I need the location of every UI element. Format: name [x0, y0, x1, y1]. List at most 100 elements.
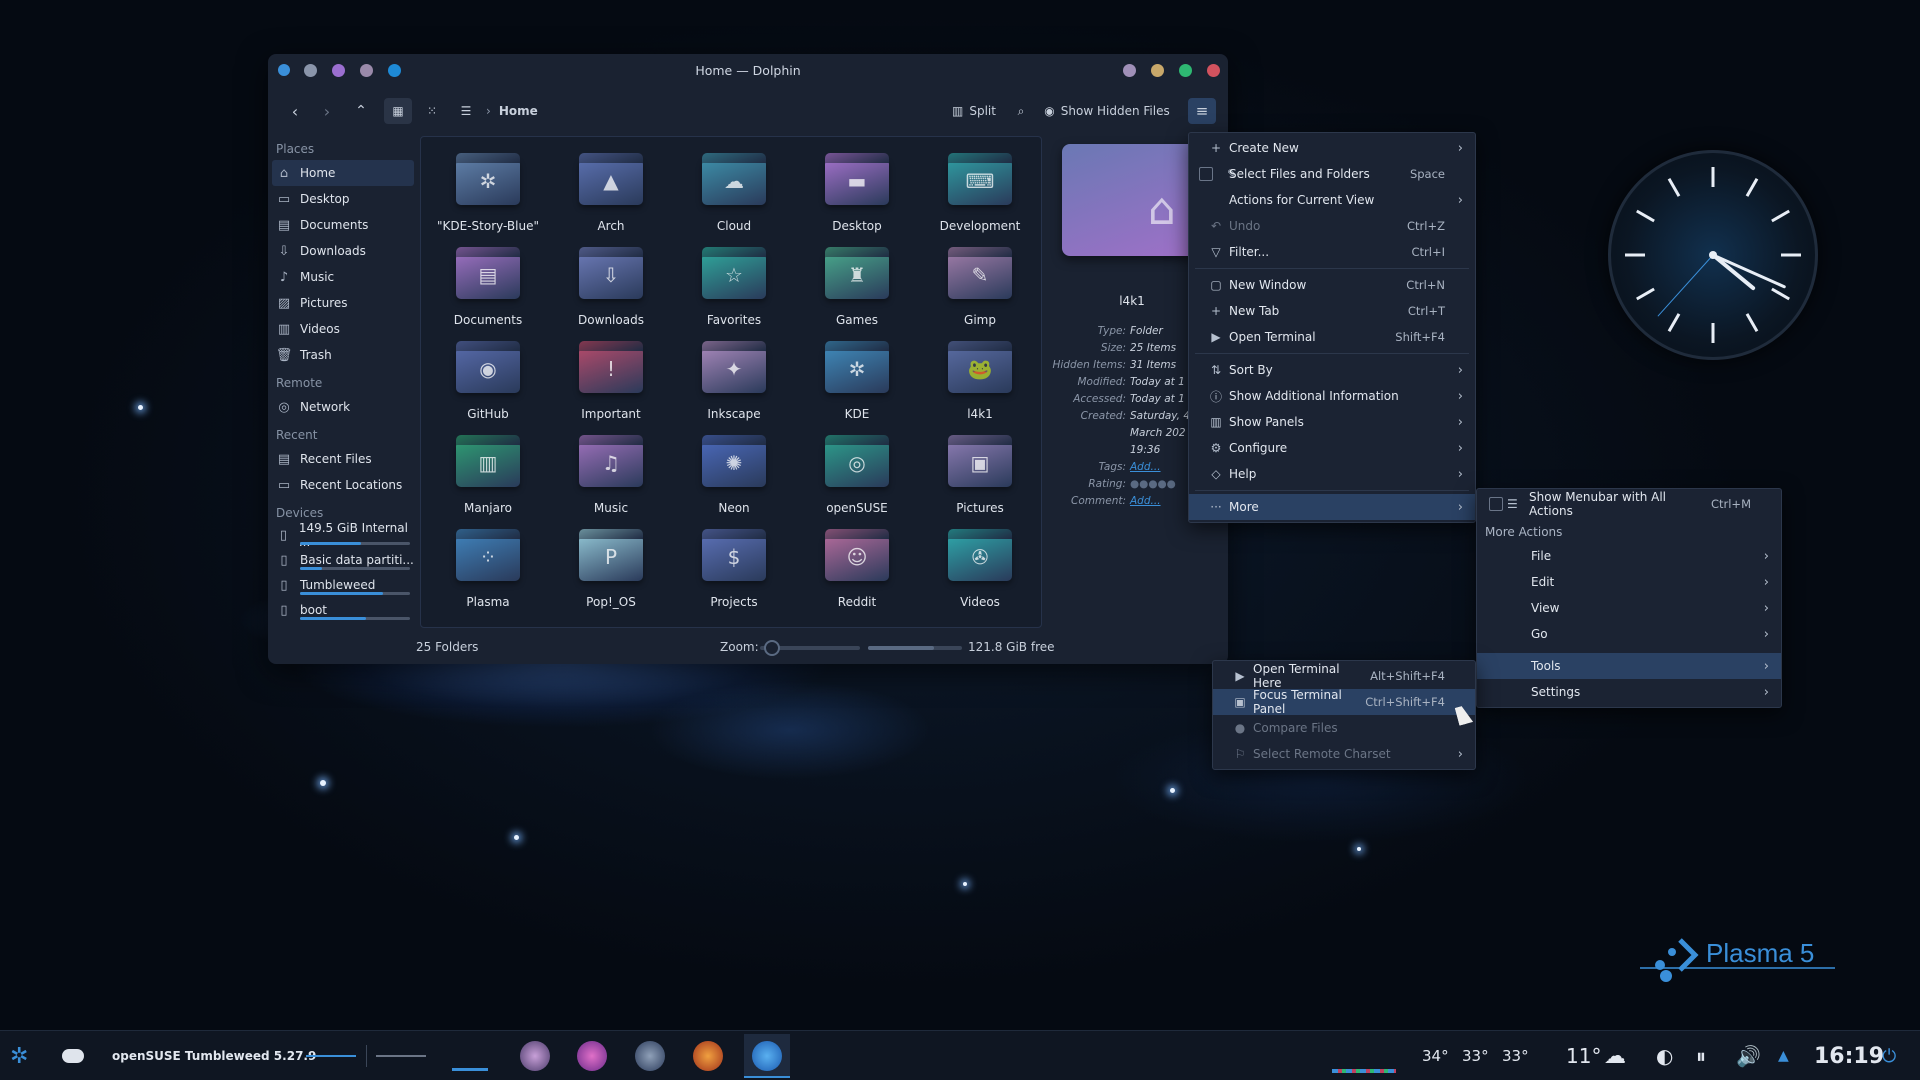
pager-desktop-1[interactable] — [306, 1055, 356, 1057]
night-light-icon[interactable]: ◐ — [1656, 1031, 1673, 1080]
submenu-item-go[interactable]: Go › — [1477, 621, 1781, 647]
folder-item[interactable]: ✦ Inkscape — [679, 335, 789, 427]
menu-item-focus-terminal-panel[interactable]: ▣ Focus Terminal Panel Ctrl+Shift+F4 — [1213, 688, 1475, 716]
media-pause-icon[interactable]: ⏸ — [1696, 1031, 1706, 1080]
icons-view-button[interactable]: ▦ — [384, 98, 412, 124]
folder-item[interactable]: ✇ Videos — [925, 523, 1035, 615]
menu-item-select-files-and-folders[interactable]: ✎ Select Files and Folders Space — [1189, 161, 1475, 187]
rating-stars[interactable]: ●●●●● — [1130, 478, 1176, 490]
help-button[interactable] — [1123, 64, 1136, 77]
menu-item-more[interactable]: ··· More › — [1189, 494, 1475, 520]
folder-item[interactable]: ▲ Arch — [556, 147, 666, 239]
folder-item[interactable]: ♜ Games — [802, 241, 912, 333]
folder-item[interactable]: P Pop!_OS — [556, 523, 666, 615]
show-menubar-item[interactable]: ☰ Show Menubar with All Actions Ctrl+M — [1477, 490, 1781, 518]
sidebar-item-network[interactable]: ◎ Network — [272, 394, 414, 420]
sidebar-item-trash[interactable]: 🗑 Trash — [272, 342, 414, 368]
folder-item[interactable]: ! Important — [556, 335, 666, 427]
more-submenu[interactable]: ☰ Show Menubar with All Actions Ctrl+M M… — [1476, 488, 1782, 708]
pager-desktop-2[interactable] — [376, 1055, 426, 1057]
menu-item-open-terminal[interactable]: ▶ Open Terminal Shift+F4 — [1189, 324, 1475, 350]
menu-item-show-additional-information[interactable]: ⓘ Show Additional Information › — [1189, 383, 1475, 409]
select-checkbox[interactable] — [1199, 167, 1213, 181]
show-hidden-files-button[interactable]: ◉ Show Hidden Files — [1042, 98, 1172, 124]
folder-item[interactable]: ▤ Documents — [433, 241, 543, 333]
menu-item-new-tab[interactable]: + New Tab Ctrl+T — [1189, 298, 1475, 324]
breadcrumb[interactable]: › Home — [486, 98, 556, 124]
analog-clock-widget[interactable] — [1608, 150, 1818, 360]
menu-item-help[interactable]: ◇ Help › — [1189, 461, 1475, 487]
menu-item-compare-files[interactable]: ● Compare Files — [1213, 715, 1475, 741]
folder-item[interactable]: ⌨ Development — [925, 147, 1035, 239]
folder-item[interactable]: ☆ Favorites — [679, 241, 789, 333]
search-button[interactable]: ⌕ — [1008, 98, 1034, 124]
panel-toggle[interactable] — [62, 1031, 92, 1080]
submenu-item-view[interactable]: View › — [1477, 595, 1781, 621]
folder-item[interactable]: ⁘ Plasma — [433, 523, 543, 615]
weather-temp[interactable]: 11° — [1566, 1031, 1601, 1080]
folder-item[interactable]: ⇩ Downloads — [556, 241, 666, 333]
task-app-settings[interactable] — [635, 1041, 665, 1071]
title-bar[interactable]: Home — Dolphin — [268, 54, 1228, 88]
menu-item-show-panels[interactable]: ▥ Show Panels › — [1189, 409, 1475, 435]
folder-item[interactable]: ▬ Desktop — [802, 147, 912, 239]
submenu-item-settings[interactable]: Settings › — [1477, 679, 1781, 705]
info-value[interactable]: Add... — [1130, 495, 1161, 507]
system-tray-expand-icon[interactable]: ▲ — [1778, 1031, 1789, 1080]
menu-item-actions-for-current-view[interactable]: Actions for Current View › — [1189, 187, 1475, 213]
sidebar-item-documents[interactable]: ▤ Documents — [272, 212, 414, 238]
folder-item[interactable]: ▥ Manjaro — [433, 429, 543, 521]
show-menubar-checkbox[interactable] — [1489, 497, 1503, 511]
folder-item[interactable]: ☁ Cloud — [679, 147, 789, 239]
dolphin-window[interactable]: Home — Dolphin ‹ › ⌃ ▦ ⁙ ☰ › Home ▥ Split … — [268, 54, 1228, 664]
menu-item-select-remote-charset[interactable]: ⚐ Select Remote Charset › — [1213, 741, 1475, 767]
folder-item[interactable]: ▣ Pictures — [925, 429, 1035, 521]
folder-item[interactable]: ✺ Neon — [679, 429, 789, 521]
menu-item-create-new[interactable]: + Create New › — [1189, 135, 1475, 161]
details-view-button[interactable]: ☰ — [452, 98, 480, 124]
breadcrumb-home[interactable]: Home — [499, 104, 538, 118]
menu-item-sort-by[interactable]: ⇅ Sort By › — [1189, 357, 1475, 383]
task-app-dolphin[interactable] — [744, 1034, 790, 1078]
digital-clock[interactable]: 16:19 — [1814, 1031, 1884, 1080]
menu-item-filter[interactable]: ▽ Filter... Ctrl+I — [1189, 239, 1475, 265]
menu-item-configure[interactable]: ⚙ Configure › — [1189, 435, 1475, 461]
close-button[interactable] — [1207, 64, 1220, 77]
maximize-button[interactable] — [1179, 64, 1192, 77]
tools-submenu[interactable]: ▶ Open Terminal Here Alt+Shift+F4 ▣ Focus Te… — [1212, 660, 1476, 770]
folder-item[interactable]: ◉ GitHub — [433, 335, 543, 427]
back-button[interactable]: ‹ — [282, 98, 308, 124]
folder-item[interactable]: ♫ Music — [556, 429, 666, 521]
folder-item[interactable]: ☺ Reddit — [802, 523, 912, 615]
menu-item-new-window[interactable]: ▢ New Window Ctrl+N — [1189, 272, 1475, 298]
zoom-slider[interactable] — [760, 640, 860, 656]
menu-item-open-terminal-here[interactable]: ▶ Open Terminal Here Alt+Shift+F4 — [1213, 662, 1475, 690]
application-launcher[interactable]: ✲ — [10, 1031, 40, 1080]
info-value[interactable]: Add... — [1130, 461, 1161, 473]
menu-item-undo[interactable]: ↶ Undo Ctrl+Z — [1189, 213, 1475, 239]
sidebar-item-pictures[interactable]: ▨ Pictures — [272, 290, 414, 316]
main-menu[interactable]: + Create New › ✎ Select Files and Folders Spa… — [1188, 132, 1476, 523]
volume-icon[interactable]: 🔊 — [1736, 1031, 1761, 1080]
sidebar-item-music[interactable]: ♪ Music — [272, 264, 414, 290]
power-icon[interactable]: ⏻ — [1882, 1031, 1896, 1080]
zoom-slider-handle[interactable] — [764, 640, 780, 656]
split-button[interactable]: ▥ Split — [946, 98, 1002, 124]
folder-item[interactable]: ✲ "KDE-Story-Blue" — [433, 147, 543, 239]
folder-item[interactable]: 🐸 l4k1 — [925, 335, 1035, 427]
submenu-item-tools[interactable]: Tools › — [1477, 653, 1781, 679]
task-app-1[interactable] — [520, 1041, 550, 1071]
minimize-button[interactable] — [1151, 64, 1164, 77]
up-button[interactable]: ⌃ — [348, 98, 374, 124]
sidebar-item-home[interactable]: ⌂ Home — [272, 160, 414, 186]
folder-item[interactable]: ✲ KDE — [802, 335, 912, 427]
compact-view-button[interactable]: ⁙ — [418, 98, 446, 124]
hamburger-menu-button[interactable]: ≡ — [1188, 98, 1216, 124]
task-app-firefox[interactable] — [693, 1041, 723, 1071]
task-app-shop[interactable] — [577, 1041, 607, 1071]
sidebar-item-videos[interactable]: ▥ Videos — [272, 316, 414, 342]
sidebar-item-downloads[interactable]: ⇩ Downloads — [272, 238, 414, 264]
forward-button[interactable]: › — [314, 98, 340, 124]
sidebar-item-desktop[interactable]: ▭ Desktop — [272, 186, 414, 212]
folder-item[interactable]: ✎ Gimp — [925, 241, 1035, 333]
